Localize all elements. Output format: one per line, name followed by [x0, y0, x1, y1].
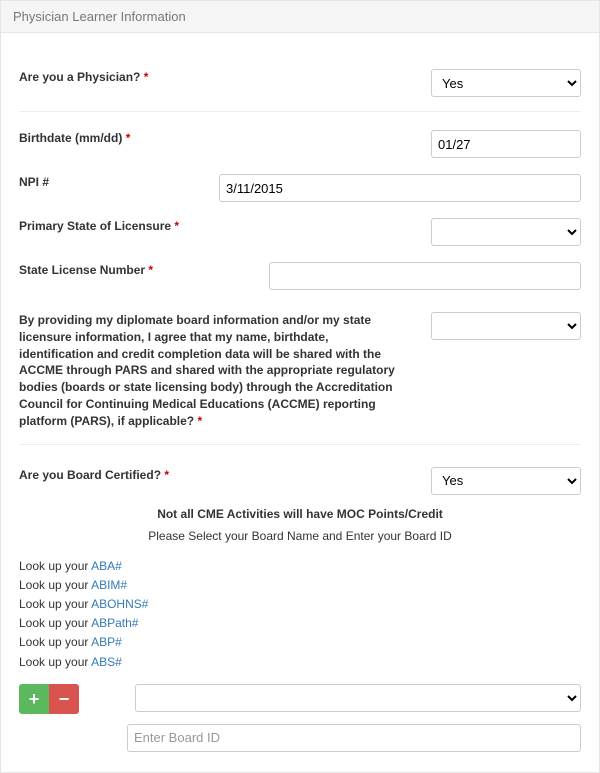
lookup-link-abim[interactable]: ABIM# — [91, 578, 127, 592]
required-mark: * — [197, 414, 202, 428]
lookup-item: Look up your ABP# — [19, 633, 581, 652]
lookup-prefix: Look up your — [19, 635, 91, 649]
board-certified-select[interactable]: Yes — [431, 467, 581, 495]
lookup-prefix: Look up your — [19, 597, 91, 611]
board-certified-label: Are you Board Certified? * — [19, 467, 219, 484]
spacer — [19, 724, 127, 752]
lookup-item: Look up your ABPath# — [19, 614, 581, 633]
board-id-input[interactable] — [127, 724, 581, 752]
consent-select[interactable] — [431, 312, 581, 340]
lookup-link-abohns[interactable]: ABOHNS# — [91, 597, 148, 611]
npi-label-text: NPI # — [19, 175, 49, 189]
board-certified-label-text: Are you Board Certified? — [19, 468, 161, 482]
remove-board-button[interactable]: − — [49, 684, 79, 714]
lookup-item: Look up your ABS# — [19, 653, 581, 672]
lookup-link-abs[interactable]: ABS# — [91, 655, 122, 669]
lookup-link-abpath[interactable]: ABPath# — [91, 616, 138, 630]
row-consent: By providing my diplomate board informat… — [19, 298, 581, 445]
npi-field — [219, 174, 581, 202]
physician-label: Are you a Physician? * — [19, 69, 219, 86]
primary-state-label: Primary State of Licensure * — [19, 218, 219, 235]
board-name-select[interactable] — [135, 684, 581, 712]
board-entry-buttons: + − — [19, 684, 79, 714]
physician-field: Yes — [219, 69, 581, 97]
row-npi: NPI # — [19, 166, 581, 210]
required-mark: * — [164, 468, 169, 482]
board-instruction: Please Select your Board Name and Enter … — [19, 529, 581, 543]
required-mark: * — [144, 70, 149, 84]
lookup-link-aba[interactable]: ABA# — [91, 559, 122, 573]
lookup-item: Look up your ABIM# — [19, 576, 581, 595]
plus-icon: + — [29, 690, 40, 708]
physician-label-text: Are you a Physician? — [19, 70, 140, 84]
board-entry-row: + − — [19, 684, 581, 714]
consent-label-text: By providing my diplomate board informat… — [19, 313, 395, 428]
npi-input[interactable] — [219, 174, 581, 202]
board-id-row — [19, 724, 581, 752]
row-primary-state: Primary State of Licensure * — [19, 210, 581, 254]
npi-label: NPI # — [19, 174, 219, 191]
row-physician: Are you a Physician? * Yes — [19, 45, 581, 112]
state-license-input[interactable] — [269, 262, 581, 290]
add-board-button[interactable]: + — [19, 684, 49, 714]
birthdate-label: Birthdate (mm/dd) * — [19, 130, 219, 147]
lookup-list: Look up your ABA# Look up your ABIM# Loo… — [19, 557, 581, 672]
birthdate-label-text: Birthdate (mm/dd) — [19, 131, 122, 145]
lookup-link-abp[interactable]: ABP# — [91, 635, 122, 649]
minus-icon: − — [59, 690, 70, 708]
consent-label: By providing my diplomate board informat… — [19, 312, 409, 430]
primary-state-select[interactable] — [431, 218, 581, 246]
lookup-item: Look up your ABOHNS# — [19, 595, 581, 614]
lookup-item: Look up your ABA# — [19, 557, 581, 576]
lookup-prefix: Look up your — [19, 559, 91, 573]
state-license-label: State License Number * — [19, 262, 269, 279]
required-mark: * — [174, 219, 179, 233]
consent-field — [409, 312, 581, 340]
panel-body: Are you a Physician? * Yes Birthdate (mm… — [1, 33, 599, 772]
required-mark: * — [148, 263, 153, 277]
lookup-prefix: Look up your — [19, 616, 91, 630]
row-birthdate: Birthdate (mm/dd) * — [19, 112, 581, 166]
lookup-prefix: Look up your — [19, 655, 91, 669]
panel-title: Physician Learner Information — [1, 1, 599, 33]
required-mark: * — [126, 131, 131, 145]
primary-state-field — [219, 218, 581, 246]
row-state-license: State License Number * — [19, 254, 581, 298]
physician-select[interactable]: Yes — [431, 69, 581, 97]
state-license-field — [269, 262, 581, 290]
moc-note: Not all CME Activities will have MOC Poi… — [19, 507, 581, 521]
birthdate-input[interactable] — [431, 130, 581, 158]
lookup-prefix: Look up your — [19, 578, 91, 592]
birthdate-field — [219, 130, 581, 158]
board-certified-field: Yes — [219, 467, 581, 495]
state-license-label-text: State License Number — [19, 263, 145, 277]
row-board-certified: Are you Board Certified? * Yes — [19, 445, 581, 499]
primary-state-label-text: Primary State of Licensure — [19, 219, 171, 233]
physician-learner-panel: Physician Learner Information Are you a … — [0, 0, 600, 773]
